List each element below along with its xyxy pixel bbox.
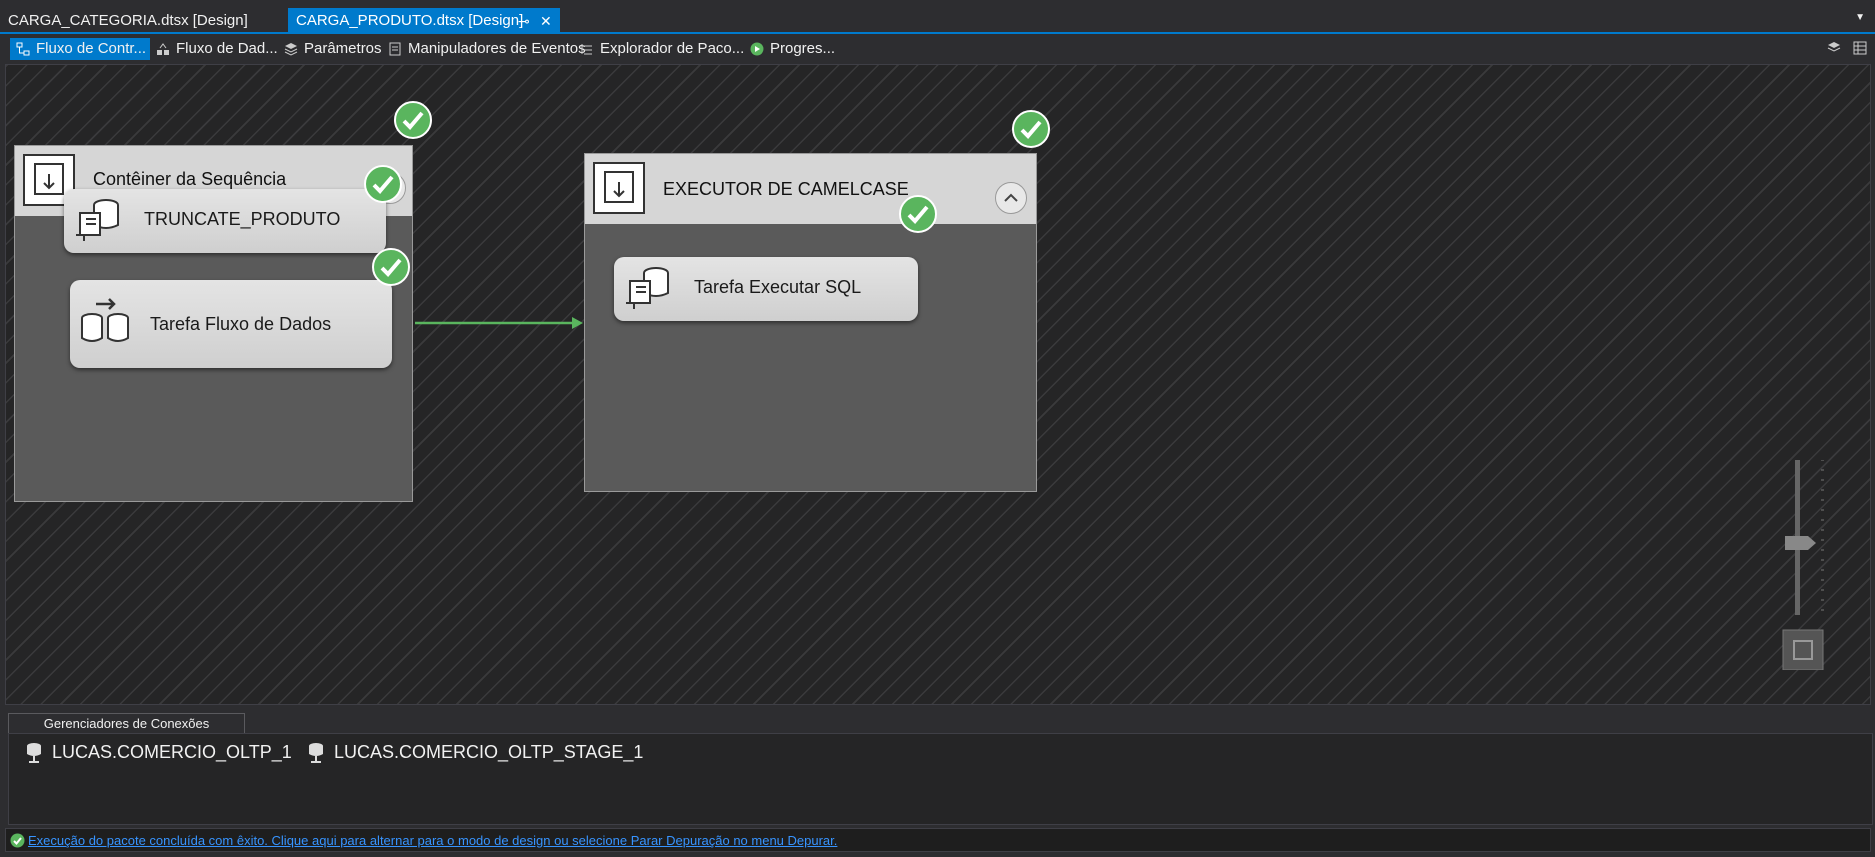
task-title: Tarefa Executar SQL — [694, 277, 862, 297]
task-truncate-produto[interactable]: TRUNCATE_PRODUTO — [64, 189, 386, 253]
connection-name: LUCAS.COMERCIO_OLTP_STAGE_1 — [334, 742, 644, 762]
event-handlers-icon — [389, 42, 401, 56]
document-tab-bar: CARGA_CATEGORIA.dtsx [Design] CARGA_PROD… — [0, 0, 1875, 34]
database-connection-icon — [309, 743, 323, 763]
task-data-flow[interactable]: Tarefa Fluxo de Dados — [70, 280, 392, 368]
task-title: Tarefa Fluxo de Dados — [150, 314, 332, 334]
tab-control-flow[interactable]: Fluxo de Contr... — [10, 38, 150, 60]
execute-sql-task-icon — [76, 199, 119, 241]
success-check-icon — [1012, 110, 1050, 148]
tab-label: CARGA_CATEGORIA.dtsx [Design] — [8, 12, 248, 29]
tab-label: Parâmetros — [304, 40, 382, 57]
execution-status-bar: Execução do pacote concluída com êxito. … — [5, 828, 1871, 852]
executor-container[interactable]: EXECUTOR DE CAMELCASE — [584, 153, 1037, 492]
play-icon — [750, 42, 764, 56]
design-canvas[interactable]: Contêiner da Sequência TRUNCATE_PRODUTO … — [5, 64, 1871, 705]
designer-tab-bar: Fluxo de Contr... Fluxo de Dad... Parâme… — [0, 36, 1875, 64]
sequence-container-icon — [593, 162, 645, 214]
connection-name: LUCAS.COMERCIO_OLTP_1 — [52, 742, 292, 762]
grid-icon[interactable] — [1852, 40, 1868, 56]
package-explorer-icon — [581, 44, 592, 55]
tab-package-explorer[interactable]: Explorador de Paco... — [574, 38, 744, 60]
close-icon[interactable]: ✕ — [540, 8, 552, 34]
data-flow-icon — [157, 43, 169, 55]
task-executar-sql[interactable]: Tarefa Executar SQL — [614, 257, 918, 321]
parameters-icon — [284, 43, 298, 56]
success-check-icon — [10, 833, 25, 848]
collapse-button[interactable] — [995, 182, 1027, 214]
connection-managers-tab[interactable]: Gerenciadores de Conexões — [8, 713, 245, 733]
container-title: EXECUTOR DE CAMELCASE — [663, 179, 909, 199]
tab-label: Manipuladores de Eventos — [408, 40, 586, 57]
chevron-up-icon — [1004, 193, 1018, 202]
container-header: EXECUTOR DE CAMELCASE — [585, 154, 1036, 224]
tab-event-handlers[interactable]: Manipuladores de Eventos — [382, 38, 586, 60]
success-check-icon — [364, 165, 402, 203]
connection-manager-item[interactable]: LUCAS.COMERCIO_OLTP_STAGE_1 — [306, 742, 643, 763]
zoom-slider[interactable] — [1780, 460, 1830, 670]
tab-label: Fluxo de Contr... — [36, 40, 147, 57]
success-check-icon — [372, 248, 410, 286]
tab-carga-produto[interactable]: CARGA_PRODUTO.dtsx [Design] ⊸ ✕ — [288, 8, 560, 34]
success-check-icon — [394, 101, 432, 139]
status-link[interactable]: Execução do pacote concluída com êxito. … — [28, 833, 837, 848]
chevron-down-icon[interactable]: ▼ — [1855, 12, 1865, 23]
arrowhead-icon — [572, 317, 583, 329]
layers-icon[interactable] — [1826, 40, 1842, 56]
tab-carga-categoria[interactable]: CARGA_CATEGORIA.dtsx [Design] — [0, 8, 290, 34]
tab-label: Explorador de Paco... — [600, 40, 745, 57]
container-title: Contêiner da Sequência — [93, 169, 287, 189]
control-flow-icon — [16, 42, 30, 56]
tab-label: Fluxo de Dad... — [176, 40, 278, 57]
tab-data-flow[interactable]: Fluxo de Dad... — [150, 38, 278, 60]
zoom-to-fit-button — [1782, 629, 1824, 670]
data-flow-task-icon — [81, 298, 129, 342]
success-check-icon — [899, 195, 937, 233]
task-title: TRUNCATE_PRODUTO — [144, 209, 341, 229]
tab-label: Progres... — [770, 40, 836, 57]
tab-label: CARGA_PRODUTO.dtsx [Design] — [296, 12, 524, 29]
zoom-thumb — [1785, 536, 1816, 550]
execute-sql-task-icon — [626, 267, 669, 309]
tab-progress[interactable]: Progres... — [744, 38, 835, 60]
tab-parameters[interactable]: Parâmetros — [278, 38, 382, 60]
pin-icon[interactable]: ⊸ — [518, 8, 530, 34]
connection-manager-item[interactable]: LUCAS.COMERCIO_OLTP_1 — [24, 742, 292, 763]
database-connection-icon — [27, 743, 41, 763]
